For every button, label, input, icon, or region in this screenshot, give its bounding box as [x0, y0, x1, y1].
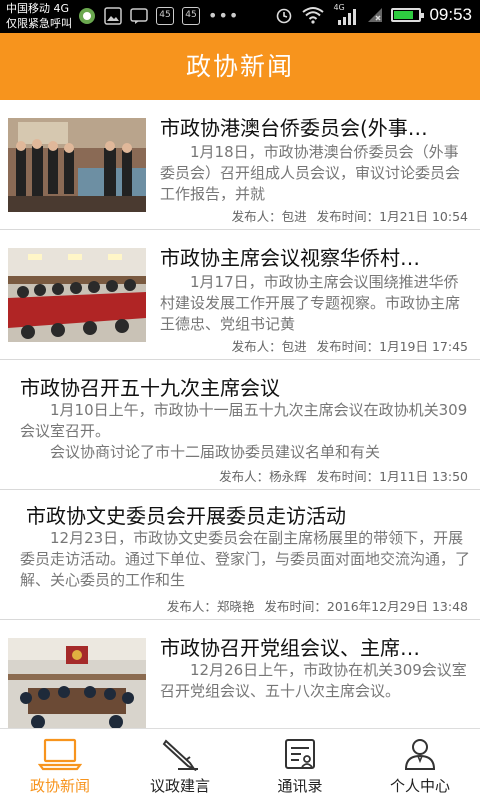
carrier-line1: 中国移动 4G [6, 2, 70, 15]
tab-news-label: 政协新闻 [29, 777, 90, 795]
news-summary: 1月10日上午，市政协十一届五十九次主席会议在政协机关309会议室召开。 [20, 401, 468, 440]
news-time: 发布时间：1月11日 13:50 [316, 469, 468, 484]
signal-icon: 4G [333, 3, 359, 25]
news-publisher: 发布人：包进 [231, 209, 307, 224]
notification-icons: 45 45 ••• [78, 7, 239, 25]
news-meta: 发布人：郑晓艳 发布时间：2016年12月29日 13:48 [167, 596, 468, 615]
news-meta: 发布人：包进 发布时间：1月21日 10:54 [232, 206, 468, 225]
status-bar: 中国移动 4G 仅限紧急呼叫 45 45 ••• 4G 09:53 [0, 0, 480, 33]
news-summary: 1月17日，市政协主席会议围绕推进华侨村建设发展工作开展了专题视察。市政协主席王… [160, 273, 461, 333]
carrier-line2: 仅限紧急呼叫 [6, 17, 72, 30]
battery-icon [391, 8, 425, 22]
contacts-card-icon [285, 739, 315, 769]
tab-contacts[interactable]: 通讯录 [240, 729, 360, 801]
message-notification-icon [130, 8, 148, 24]
clock: 09:53 [429, 5, 472, 24]
tab-news[interactable]: 政协新闻 [0, 729, 120, 801]
news-title[interactable]: 市政协主席会议视察华侨村… [160, 242, 472, 271]
tab-profile[interactable]: 个人中心 [360, 729, 480, 801]
app-notification-icon [79, 8, 95, 24]
news-meta: 发布人：包进 发布时间：1月19日 17:45 [232, 336, 468, 355]
news-publisher: 发布人：郑晓艳 [166, 599, 255, 614]
laptop-icon [38, 738, 82, 771]
news-item[interactable]: 市政协召开党组会议、主席… 12月26日上午，市政协在机关309会议室召开党组会… [0, 620, 480, 728]
bottom-tab-bar: 政协新闻 议政建言 通讯录 个人中心 [0, 728, 480, 801]
news-time: 发布时间：2016年12月29日 13:48 [264, 599, 468, 614]
news-item[interactable]: 市政协港澳台侨委员会(外事… 1月18日，市政协港澳台侨委员会（外事委员会）召开… [0, 100, 480, 230]
tab-profile-label: 个人中心 [389, 777, 450, 795]
tab-contacts-label: 通讯录 [277, 777, 323, 795]
news-item[interactable]: 市政协主席会议视察华侨村… 1月17日，市政协主席会议围绕推进华侨村建设发展工作… [0, 230, 480, 360]
news-title[interactable]: 市政协港澳台侨委员会(外事… [160, 112, 472, 141]
image-notification-icon [104, 7, 122, 25]
news-time: 发布时间：1月19日 17:45 [316, 339, 468, 354]
badge-icon-2: 45 [182, 7, 200, 25]
news-summary: 12月23日，市政协文史委员会在副主席杨展里的带领下，开展委员走访活动。通过下单… [20, 529, 470, 589]
news-item[interactable]: 市政协文史委员会开展委员走访活动 12月23日，市政协文史委员会在副主席杨展里的… [0, 490, 480, 620]
person-icon [404, 739, 436, 770]
news-publisher: 发布人：杨永辉 [219, 469, 307, 484]
tab-suggestions[interactable]: 议政建言 [120, 729, 240, 801]
news-list[interactable]: 市政协港澳台侨委员会(外事… 1月18日，市政协港澳台侨委员会（外事委员会）召开… [0, 100, 480, 728]
more-notifications-icon: ••• [208, 6, 240, 25]
page-title: 政协新闻 [185, 52, 294, 81]
wifi-icon [302, 7, 325, 24]
news-summary-continued: 会议协商讨论了市十二届政协委员建议名单和有关 [50, 443, 381, 461]
news-thumbnail [8, 118, 146, 212]
no-sim-signal-icon [368, 8, 383, 22]
system-icons: 4G 09:53 [275, 3, 472, 25]
news-summary: 12月26日上午，市政协在机关309会议室召开党组会议、五十八次主席会议。 [160, 661, 467, 700]
news-summary: 1月18日，市政协港澳台侨委员会（外事委员会）召开组成人员会议，审议讨论委员会工… [160, 143, 461, 203]
news-thumbnail [8, 638, 146, 728]
news-meta: 发布人：杨永辉 发布时间：1月11日 13:50 [219, 466, 468, 485]
news-title[interactable]: 市政协召开五十九次主席会议 [20, 372, 470, 401]
news-thumbnail [8, 248, 146, 342]
pencil-icon [162, 739, 198, 771]
badge-icon-1: 45 [156, 7, 174, 25]
news-title[interactable]: 市政协召开党组会议、主席… [160, 632, 472, 661]
app-header: 政协新闻 [0, 33, 480, 100]
alarm-icon [277, 8, 292, 24]
news-publisher: 发布人：包进 [231, 339, 307, 354]
news-title[interactable]: 市政协文史委员会开展委员走访活动 [26, 500, 470, 529]
tab-suggestions-label: 议政建言 [149, 777, 210, 795]
carrier-info: 中国移动 4G 仅限紧急呼叫 [6, 1, 72, 31]
news-time: 发布时间：1月21日 10:54 [316, 209, 468, 224]
news-item[interactable]: 市政协召开五十九次主席会议 1月10日上午，市政协十一届五十九次主席会议在政协机… [0, 360, 480, 490]
